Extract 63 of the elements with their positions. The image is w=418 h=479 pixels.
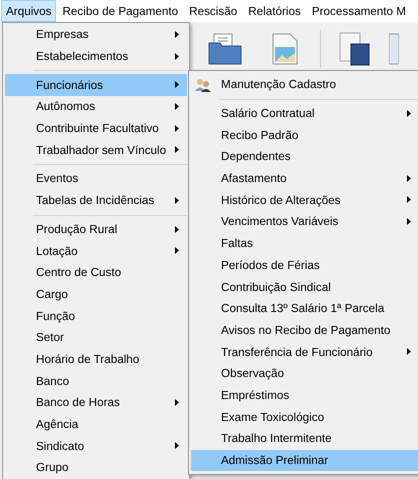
menu-item[interactable]: Vencimentos Variáveis [191, 211, 418, 233]
menu-item[interactable]: Cargo [5, 284, 187, 306]
menu-item[interactable]: Empresas [5, 24, 187, 46]
menu-item[interactable]: Faltas [191, 232, 418, 254]
menu-item[interactable]: Grupo [5, 457, 187, 479]
submenu-arrow-icon [175, 196, 179, 204]
submenu-arrow-icon [175, 81, 179, 88]
menu-item[interactable]: Transferência de Funcionário [191, 341, 418, 363]
menu-item[interactable]: Horário de Trabalho [5, 348, 187, 370]
menu-item[interactable]: Avisos no Recibo de Pagamento [191, 320, 418, 342]
menu-item[interactable]: Admissão Preliminar [191, 450, 418, 472]
submenu-arrow-icon [175, 52, 179, 60]
submenu-arrow-icon [175, 442, 179, 450]
submenu-arrow-icon [175, 124, 179, 132]
menu-item[interactable]: Consulta 13º Salário 1ª Parcela [191, 298, 418, 320]
menu-item[interactable]: Autônomos [5, 96, 187, 118]
submenu-arrow-icon [407, 196, 411, 204]
menu-item[interactable]: Empréstimos [191, 384, 418, 406]
people-icon [194, 78, 212, 92]
menu-bar-item[interactable]: Arquivos [1, 0, 56, 22]
menu-item[interactable]: Contribuinte Facultativo [5, 118, 187, 140]
menu-item[interactable]: Lotação [5, 240, 187, 262]
menu-item[interactable]: Observação [191, 362, 418, 385]
menu-item[interactable]: Trabalhador sem Vínculo [5, 139, 187, 162]
menu-item[interactable]: Contribuição Sindical [191, 276, 418, 298]
menu-item[interactable]: Trabalho Intermitente [191, 428, 418, 450]
menu-item[interactable]: Recibo Padrão [191, 124, 418, 146]
submenu-arrow-icon [407, 348, 411, 356]
menu-item[interactable]: Banco [5, 370, 187, 392]
menu-item[interactable]: Eventos [5, 168, 187, 190]
submenu-arrow-icon [175, 399, 179, 406]
submenu-arrow-icon [175, 247, 179, 254]
submenu-arrow-icon [407, 218, 411, 226]
submenu-arrow-icon [175, 146, 179, 154]
menu-item[interactable]: Dependentes [191, 146, 418, 168]
menu-item[interactable]: Produção Rural [5, 218, 187, 240]
menu-item[interactable]: Exame Toxicológico [191, 406, 418, 428]
menu-item[interactable]: Setor [5, 326, 187, 349]
menu-item[interactable]: Tabelas de Incidências [5, 190, 187, 212]
menu-item[interactable]: Salário Contratual [191, 102, 418, 124]
menu-item[interactable]: Centro de Custo [5, 262, 187, 284]
submenu-arrow-icon [175, 226, 179, 232]
menu-item[interactable]: Períodos de Férias [191, 254, 418, 276]
folder-icon[interactable] [208, 33, 242, 65]
book-document-icon[interactable] [339, 32, 371, 66]
menu-item[interactable]: Manutenção Cadastro [191, 74, 418, 96]
menu-item[interactable]: Sindicato [5, 435, 187, 458]
menu-item[interactable]: Banco de Horas [5, 392, 187, 414]
image-document-icon[interactable] [272, 33, 298, 65]
menu-item[interactable]: Função [5, 305, 187, 327]
submenu-arrow-icon [407, 174, 411, 182]
menu-item[interactable]: Agência [5, 414, 187, 436]
menu-item[interactable]: Afastamento [191, 168, 418, 190]
menu-item[interactable]: Histórico de Alterações [191, 189, 418, 212]
menu-item[interactable]: Estabelecimentos [5, 46, 187, 68]
menu-bar-item[interactable]: Recibo de Pagamento [57, 0, 184, 22]
menu-bar-item[interactable]: Relatórios [243, 0, 306, 22]
menu-bar-item[interactable]: Rescisão [184, 0, 242, 22]
submenu-arrow-icon [407, 110, 411, 117]
menu-bar-item[interactable]: Processamento M [306, 0, 412, 22]
submenu-arrow-icon [175, 31, 179, 38]
menu-item[interactable]: Funcionários [5, 74, 187, 96]
submenu-arrow-icon [175, 103, 179, 110]
